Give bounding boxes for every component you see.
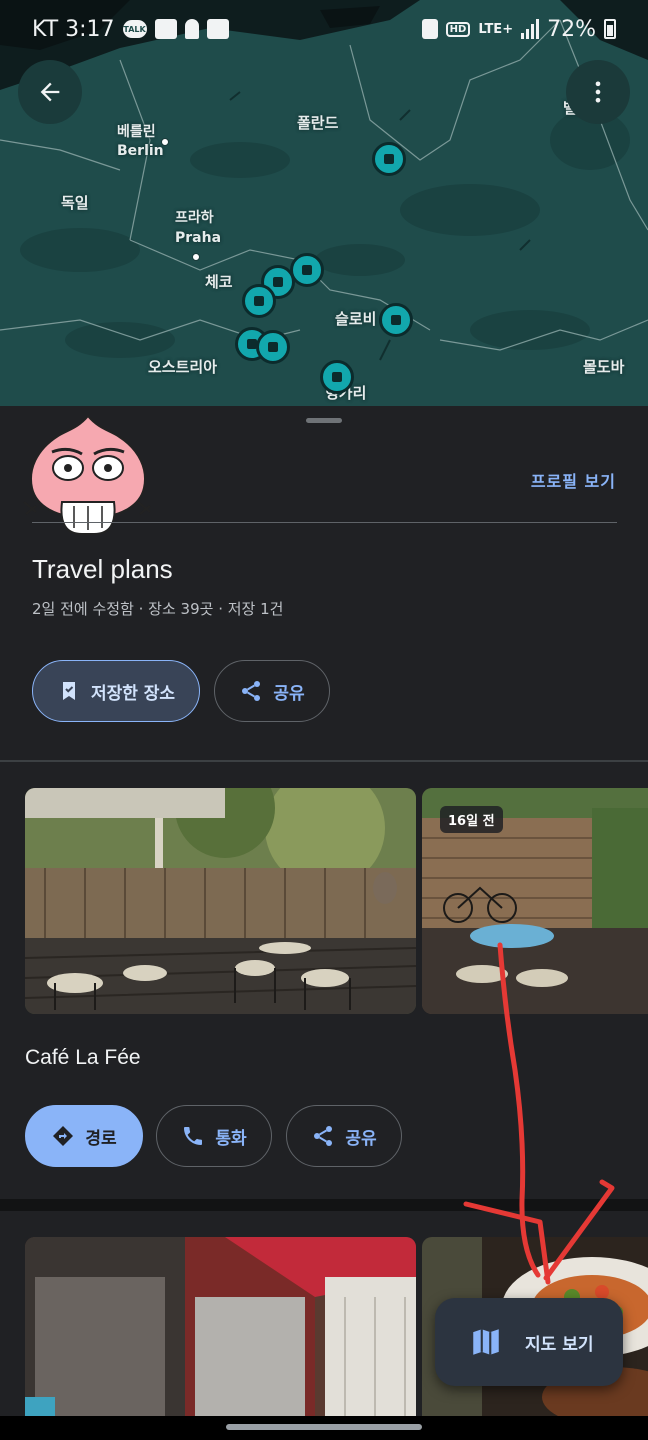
call-button[interactable]: 통화 xyxy=(156,1105,272,1167)
section-separator xyxy=(0,1199,648,1211)
map-label-moldova: 몰도바 xyxy=(583,358,625,376)
directions-button[interactable]: 경로 xyxy=(25,1105,143,1167)
carrier-time: KT 3:17 xyxy=(32,16,115,42)
back-button[interactable] xyxy=(18,60,82,124)
map-pin[interactable] xyxy=(379,303,413,337)
saved-places-button[interactable]: 저장한 장소 xyxy=(32,660,200,722)
sync-icon xyxy=(421,19,438,39)
storefront-photo xyxy=(25,1237,416,1427)
call-label: 통화 xyxy=(215,1128,247,1149)
hd-icon: HD xyxy=(445,21,471,37)
keyhole-icon xyxy=(184,19,199,39)
map-label-austria: 오스트리아 xyxy=(148,358,218,376)
bookmark-check-icon xyxy=(62,682,75,700)
map-label-berlin-en: Berlin xyxy=(117,143,164,159)
map-pin[interactable] xyxy=(372,142,406,176)
battery-percent: 72% xyxy=(547,16,596,42)
map-pin[interactable] xyxy=(320,360,354,394)
place-photo[interactable] xyxy=(25,788,416,1014)
photo-age-badge: 16일 전 xyxy=(440,806,503,833)
share-list-label: 공유 xyxy=(273,683,305,704)
directions-label: 경로 xyxy=(85,1128,117,1149)
list-meta: 2일 전에 수정함 · 장소 39곳 · 저장 1건 xyxy=(32,600,284,618)
map-label-prague: 프라하 xyxy=(175,210,214,226)
place-photo[interactable]: 16일 전 xyxy=(422,788,648,1014)
view-profile-link[interactable]: 프로필 보기 xyxy=(531,468,616,492)
header-divider xyxy=(32,522,617,523)
saved-places-label: 저장한 장소 xyxy=(90,683,176,704)
more-vert-icon xyxy=(595,81,601,103)
drag-handle[interactable] xyxy=(306,418,342,423)
lte-icon: LTE+ xyxy=(478,21,514,37)
arrow-back-icon xyxy=(40,82,60,102)
map-pin[interactable] xyxy=(256,330,290,364)
section-divider xyxy=(0,760,648,762)
profile-avatar[interactable] xyxy=(22,410,154,540)
signal-icon xyxy=(521,19,540,39)
map-label-berlin: 베를린 xyxy=(117,124,156,140)
city-dot-prague xyxy=(192,253,200,261)
map-label-czech: 체코 xyxy=(205,273,233,291)
cafe-terrace-photo xyxy=(25,788,416,1014)
map-label-prague-en: Praha xyxy=(175,230,222,246)
map-pin[interactable] xyxy=(290,253,324,287)
share-icon xyxy=(314,1126,333,1146)
home-gesture-pill[interactable] xyxy=(226,1424,422,1430)
place-photo[interactable] xyxy=(25,1237,416,1427)
map-label-poland: 폴란드 xyxy=(297,114,339,132)
kakaotalk-icon: TALK xyxy=(122,20,147,38)
map-label-slovakia: 슬로비 xyxy=(335,310,377,328)
share-icon xyxy=(242,681,261,701)
place-name[interactable]: Café La Fée xyxy=(25,1046,141,1070)
map-label-germany: 독일 xyxy=(61,194,89,212)
gallery-icon xyxy=(206,19,229,39)
list-title: Travel plans xyxy=(32,554,173,584)
status-bar: KT 3:17 TALK HD LTE+ 72% xyxy=(0,0,648,58)
map-pin[interactable] xyxy=(242,284,276,318)
gesture-nav-bar xyxy=(0,1416,648,1440)
city-dot-berlin xyxy=(161,138,169,146)
more-options-button[interactable] xyxy=(566,60,630,124)
share-place-button[interactable]: 공유 xyxy=(286,1105,402,1167)
phone-icon xyxy=(184,1127,203,1145)
share-place-label: 공유 xyxy=(345,1128,377,1149)
bottom-sheet: 프로필 보기 Travel plans 2일 전에 수정함 · 장소 39곳 ·… xyxy=(0,406,648,1440)
map-icon xyxy=(473,1329,499,1355)
map-terrain xyxy=(0,0,648,361)
share-list-button[interactable]: 공유 xyxy=(214,660,330,722)
map-view[interactable]: 베를린 Berlin 독일 폴란드 프라하 Praha 체코 슬로비 오스트리아… xyxy=(0,0,648,408)
battery-icon xyxy=(604,19,616,39)
view-map-label: 지도 보기 xyxy=(525,1334,594,1355)
contacts-icon xyxy=(154,19,177,39)
directions-icon xyxy=(53,1126,74,1146)
view-map-button[interactable]: 지도 보기 xyxy=(435,1298,623,1386)
